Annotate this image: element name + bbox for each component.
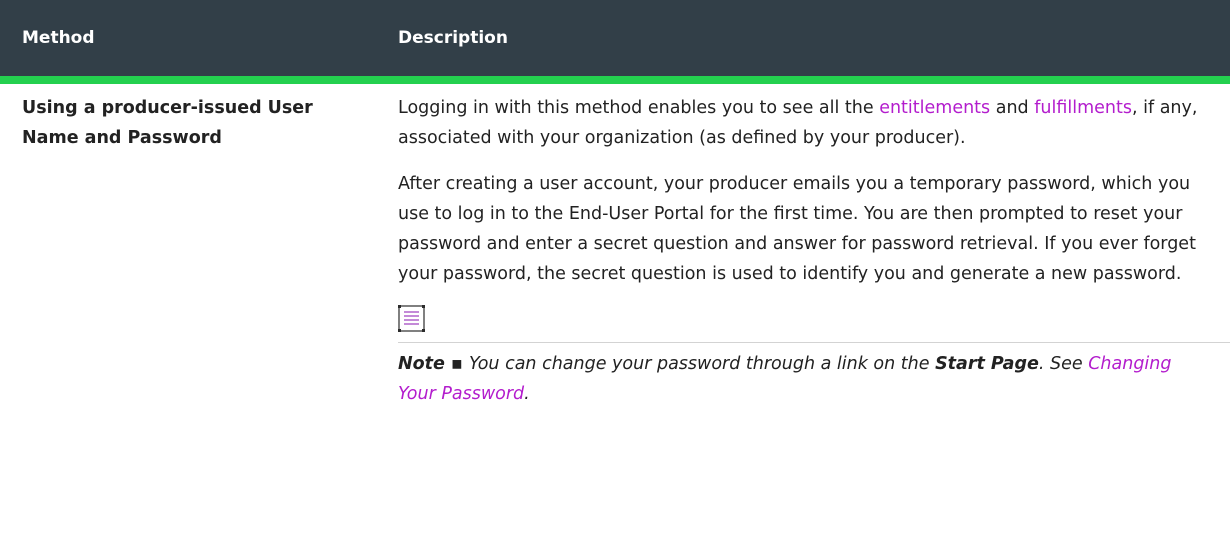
note-divider [398, 342, 1230, 343]
note-text-2: . See [1038, 354, 1089, 374]
note-text: Note ▪ You can change your password thro… [398, 349, 1212, 409]
description-paragraph-2: After creating a user account, your prod… [398, 174, 1196, 284]
method-column-header: Method [0, 0, 371, 84]
description-column-header: Description [371, 0, 1230, 84]
fulfillments-link[interactable]: fulfillments [1034, 98, 1132, 118]
note-label: Note ▪ [398, 354, 469, 374]
method-cell: Using a producer-issued User Name and Pa… [22, 98, 313, 148]
table-row: Using a producer-issued User Name and Pa… [0, 80, 1230, 409]
note-text-3: . [524, 384, 530, 404]
start-page-term: Start Page [935, 354, 1039, 374]
entitlements-link[interactable]: entitlements [879, 98, 990, 118]
description-cell: Logging in with this method enables you … [371, 80, 1230, 409]
methods-table: Method Description Using a producer-issu… [0, 0, 1230, 409]
header-row: Method Description [0, 0, 1230, 84]
note-text-1: You can change your password through a l… [468, 354, 936, 374]
description-paragraph-1: Logging in with this method enables you … [398, 93, 1212, 153]
para1-text-2: and [990, 98, 1035, 118]
table-header: Method Description [0, 0, 1230, 84]
note-icon [398, 305, 425, 332]
para1-text-1: Logging in with this method enables you … [398, 98, 880, 118]
